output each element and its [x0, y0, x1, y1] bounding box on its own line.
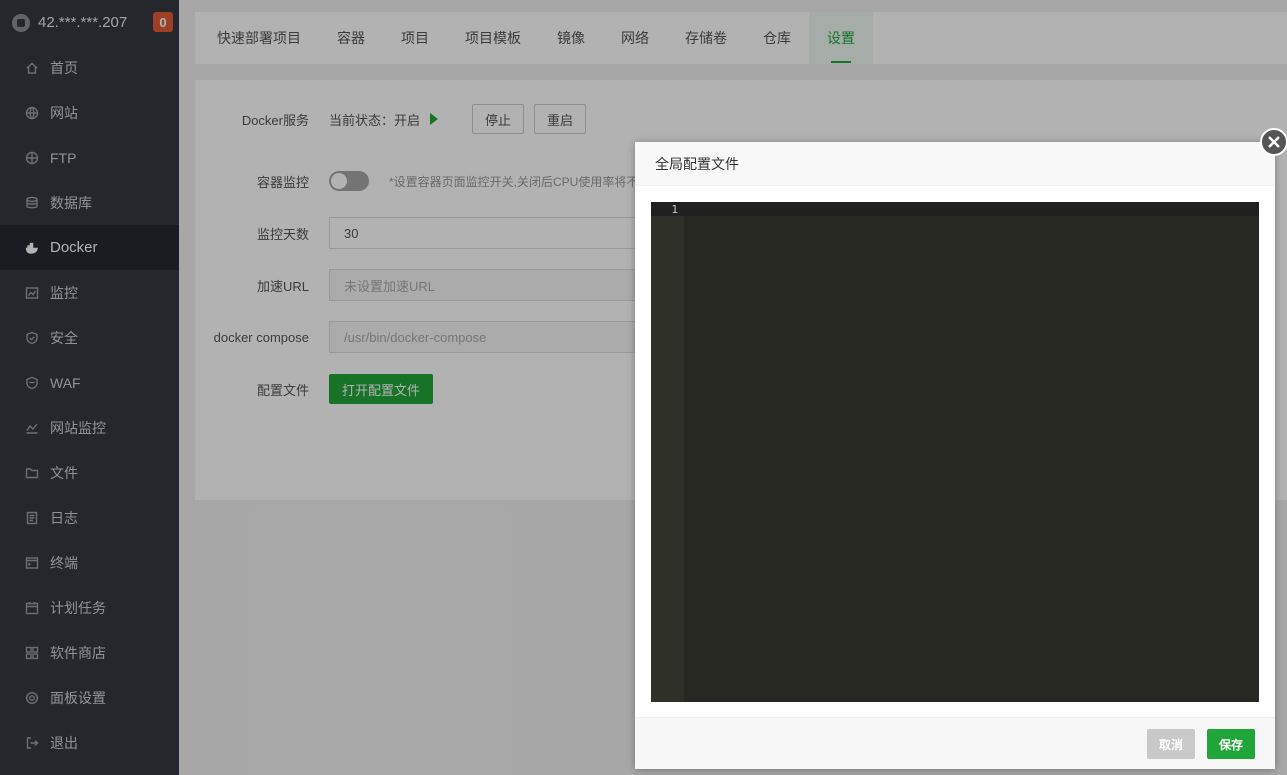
global-config-modal: 全局配置文件 1 取消 保存 [635, 142, 1275, 769]
save-button[interactable]: 保存 [1206, 729, 1255, 759]
modal-footer: 取消 保存 [635, 717, 1275, 769]
config-editor[interactable]: 1 [651, 202, 1259, 702]
cancel-button[interactable]: 取消 [1146, 729, 1195, 759]
modal-close-button[interactable] [1260, 128, 1287, 156]
close-icon [1268, 136, 1280, 148]
editor-gutter [651, 202, 684, 702]
editor-line-number: 1 [671, 203, 678, 216]
modal-title: 全局配置文件 [635, 142, 1275, 186]
editor-active-line [651, 202, 1259, 216]
